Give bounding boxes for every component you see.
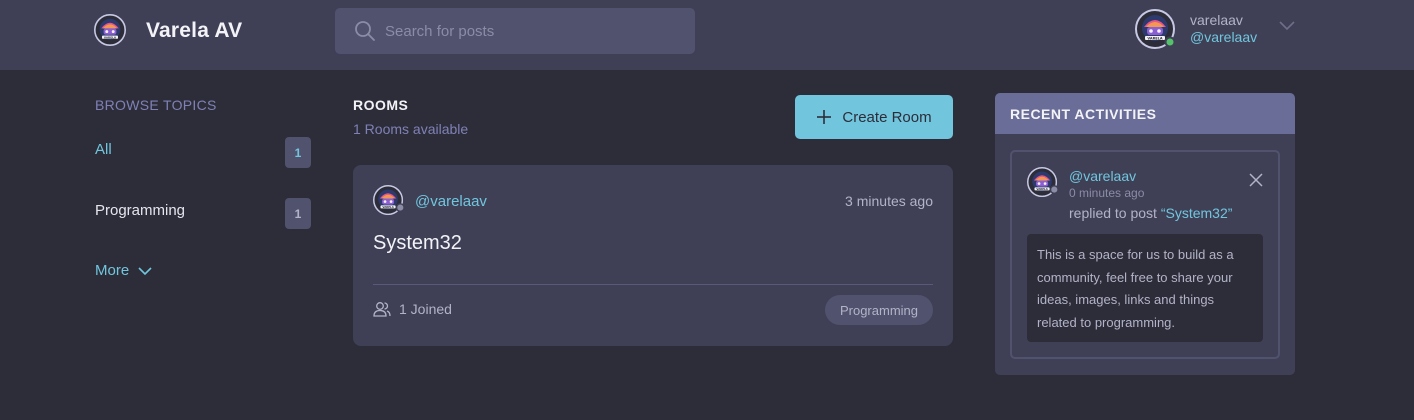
rooms-heading: ROOMS [353, 97, 409, 113]
topic-count-badge: 1 [285, 137, 311, 168]
chevron-down-icon[interactable] [1278, 18, 1296, 32]
top-navbar: Varela AV varelaav @varelaav [0, 0, 1414, 70]
user-avatar[interactable] [1134, 8, 1176, 50]
room-host[interactable]: @varelaav [415, 193, 487, 210]
more-label[interactable]: More [95, 262, 129, 279]
activity-action-text: replied to post [1069, 205, 1161, 221]
joined-count: 1 Joined [399, 301, 452, 317]
recent-activities-heading: RECENT ACTIVITIES [995, 93, 1295, 134]
host-avatar[interactable] [373, 185, 405, 217]
logo-link[interactable] [94, 14, 126, 46]
topic-label[interactable]: All [95, 141, 112, 158]
user-handle[interactable]: @varelaav [1190, 29, 1257, 45]
search-bar[interactable] [335, 8, 695, 54]
browse-topics-heading: BROWSE TOPICS [95, 97, 217, 113]
room-title[interactable]: System32 [373, 232, 462, 255]
close-icon[interactable] [1248, 172, 1264, 188]
topic-item-programming[interactable]: Programming 1 [95, 198, 311, 230]
activity-post-link[interactable]: “System32” [1161, 205, 1233, 221]
topic-label[interactable]: Programming [95, 202, 185, 219]
search-input[interactable] [385, 8, 685, 54]
activity-time: 0 minutes ago [1069, 186, 1145, 200]
activity-user[interactable]: @varelaav [1069, 168, 1136, 184]
plus-icon [817, 110, 832, 124]
rooms-count: 1 Rooms available [353, 121, 469, 137]
chevron-down-icon [138, 266, 152, 275]
room-joined: 1 Joined [373, 301, 452, 317]
room-topic-tag[interactable]: Programming [824, 295, 933, 325]
search-icon [355, 21, 375, 41]
activity-item: @varelaav 0 minutes ago replied to post … [1010, 150, 1280, 359]
create-room-button[interactable]: Create Room [795, 95, 953, 139]
divider [373, 284, 933, 285]
room-card[interactable]: @varelaav 3 minutes ago System32 1 Joine… [353, 165, 953, 346]
users-icon [373, 302, 391, 317]
room-timestamp: 3 minutes ago [845, 193, 933, 209]
topic-count-badge: 1 [285, 198, 311, 229]
activity-avatar[interactable] [1027, 167, 1059, 199]
user-menu[interactable]: varelaav @varelaav [1134, 8, 1304, 50]
brand-name[interactable]: Varela AV [146, 19, 242, 43]
create-room-label: Create Room [842, 108, 932, 126]
more-topics-button[interactable]: More [95, 262, 153, 279]
user-name: varelaav [1190, 12, 1243, 28]
activity-message: This is a space for us to build as a com… [1027, 234, 1263, 342]
activity-action: replied to post “System32” [1069, 205, 1232, 221]
varela-logo-icon [94, 14, 126, 46]
recent-activities-panel: RECENT ACTIVITIES @varelaav 0 minutes ag… [995, 93, 1295, 375]
topic-item-all[interactable]: All 1 [95, 137, 311, 169]
